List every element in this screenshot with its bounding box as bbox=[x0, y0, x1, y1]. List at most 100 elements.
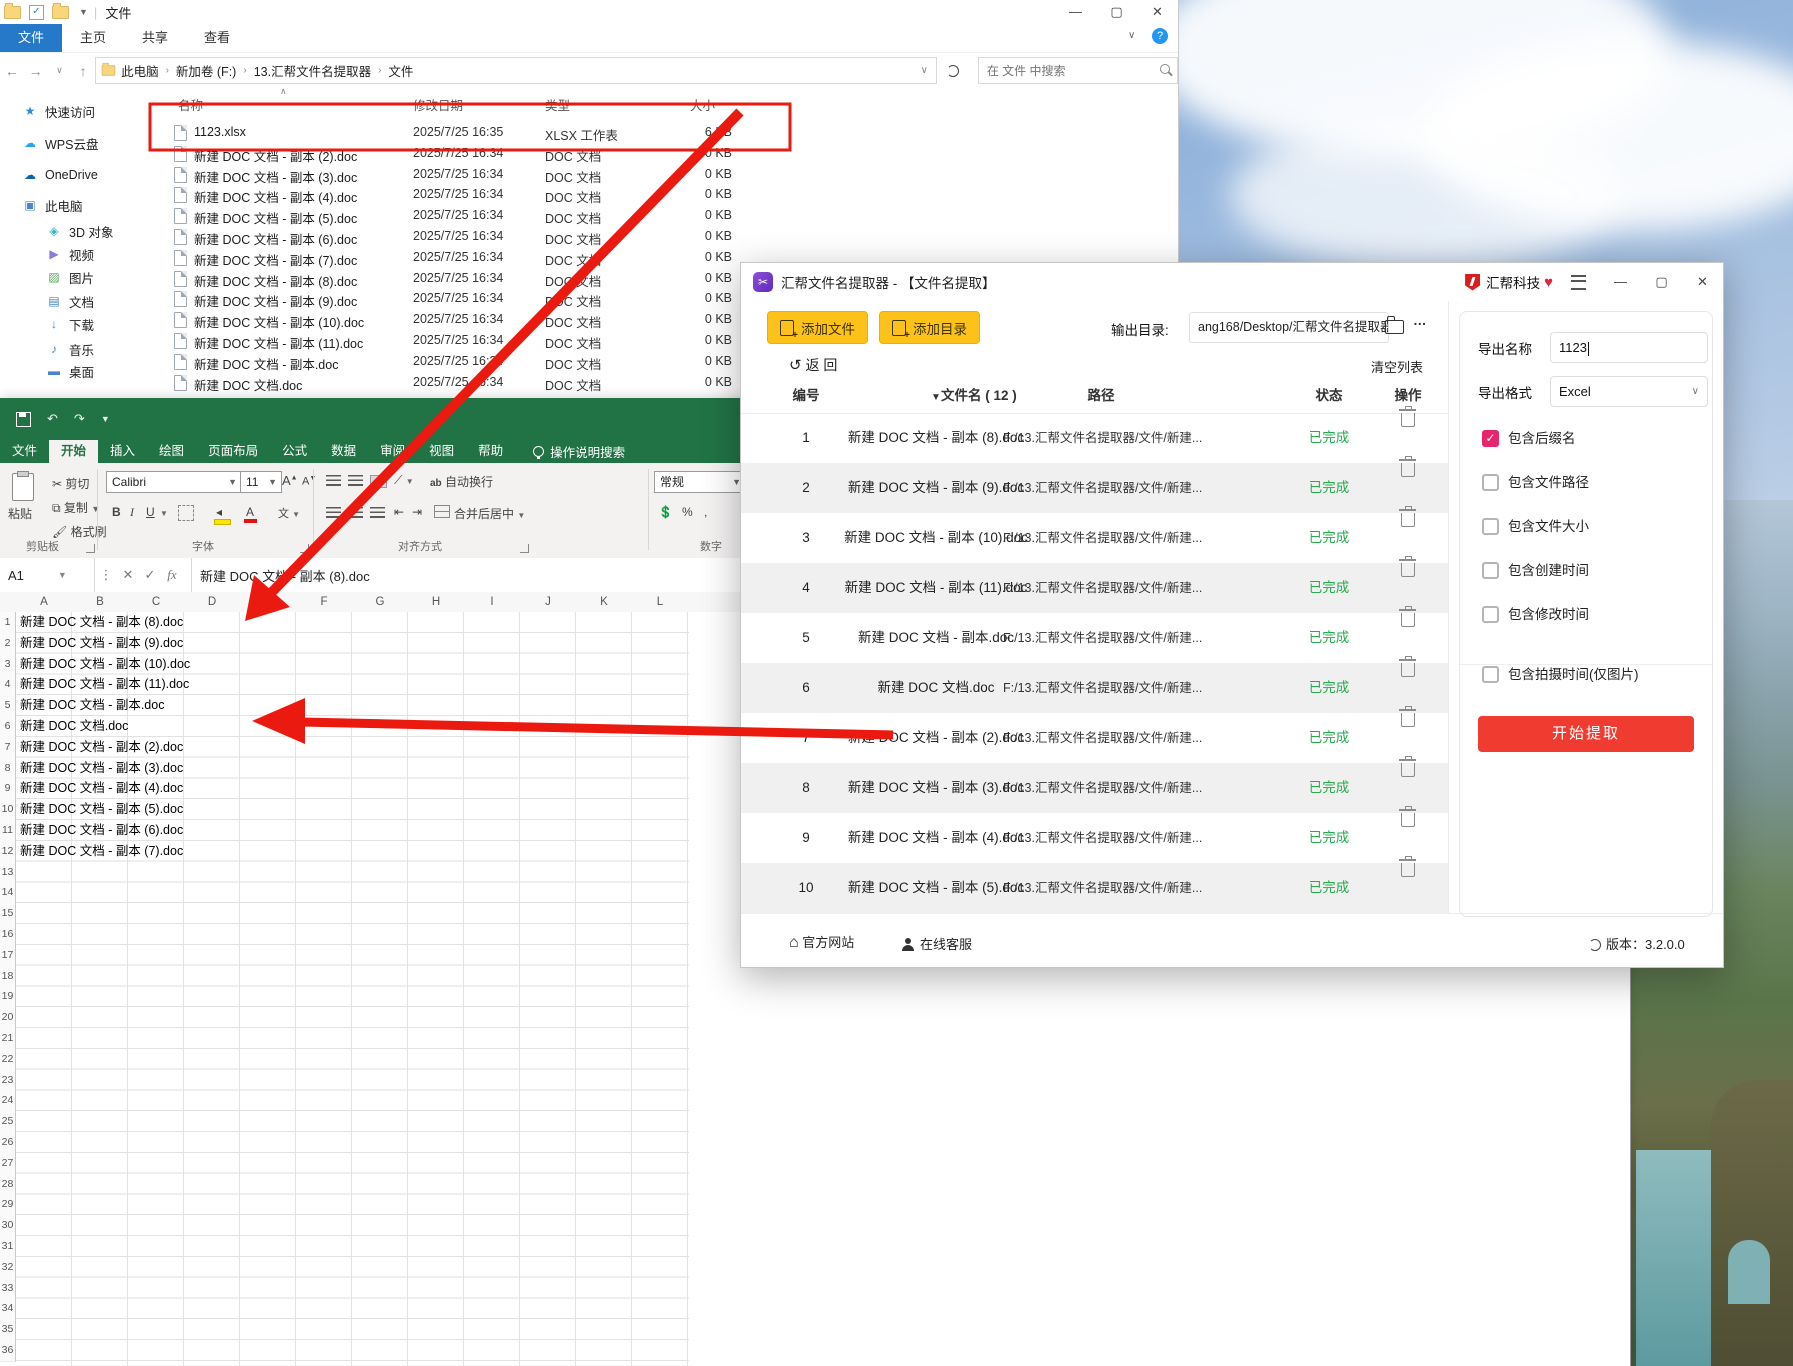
table-row[interactable]: 2新建 DOC 文档 - 副本 (9).docF:/13.汇帮文件名提取器/文件… bbox=[741, 463, 1448, 513]
online-support-link[interactable]: 在线客服 bbox=[901, 934, 972, 953]
font-dialog-icon[interactable] bbox=[300, 544, 309, 553]
excel-tab-视图[interactable]: 视图 bbox=[417, 440, 466, 463]
formula-value[interactable]: 新建 DOC 文档 - 副本 (8).doc bbox=[200, 566, 370, 585]
wrap-text-button[interactable]: ab 自动换行 bbox=[430, 473, 493, 490]
breadcrumb-item[interactable]: 此电脑 bbox=[121, 61, 159, 80]
align-right-icon[interactable] bbox=[370, 507, 385, 518]
excel-cell-A12[interactable]: 新建 DOC 文档 - 副本 (7).doc bbox=[20, 841, 183, 862]
excel-row-number[interactable]: 34 bbox=[0, 1298, 16, 1320]
col-path[interactable]: 路径 bbox=[1003, 379, 1199, 413]
file-row[interactable]: 新建 DOC 文档 - 副本 (2).doc2025/7/25 16:34DOC… bbox=[150, 144, 1070, 165]
delete-icon[interactable] bbox=[1401, 663, 1415, 677]
excel-row-number[interactable]: 30 bbox=[0, 1215, 16, 1237]
grow-font-icon[interactable]: A▲ bbox=[282, 473, 298, 488]
breadcrumb-item[interactable]: 13.汇帮文件名提取器 bbox=[254, 61, 371, 80]
paste-icon[interactable] bbox=[12, 473, 34, 501]
sidebar-item-此电脑[interactable]: ▣此电脑 bbox=[0, 194, 172, 216]
table-row[interactable]: 7新建 DOC 文档 - 副本 (2).docF:/13.汇帮文件名提取器/文件… bbox=[741, 713, 1448, 763]
excel-row-number[interactable]: 11 bbox=[0, 820, 16, 842]
export-name-input[interactable]: 1123 bbox=[1550, 332, 1708, 363]
export-format-select[interactable]: Excel∨ bbox=[1550, 376, 1708, 407]
recent-dropdown-icon[interactable]: ∨ bbox=[48, 65, 72, 76]
explorer-tab-共享[interactable]: 共享 bbox=[124, 24, 186, 52]
cancel-icon[interactable]: ✕ bbox=[117, 567, 139, 583]
merge-center-button[interactable]: 合并后居中 ▼ bbox=[454, 505, 525, 522]
address-dropdown-icon[interactable]: ∨ bbox=[921, 65, 928, 76]
excel-col-F[interactable]: F bbox=[296, 592, 352, 612]
excel-tab-审阅[interactable]: 审阅 bbox=[368, 440, 417, 463]
align-dialog-icon[interactable] bbox=[520, 544, 529, 553]
file-row[interactable]: 新建 DOC 文档 - 副本 (6).doc2025/7/25 16:34DOC… bbox=[150, 227, 1070, 248]
clipboard-dialog-icon[interactable] bbox=[86, 544, 95, 553]
sidebar-item-OneDrive[interactable]: ☁OneDrive bbox=[0, 164, 172, 186]
col-no[interactable]: 编号 bbox=[781, 379, 831, 413]
fill-color-icon[interactable]: ◂ bbox=[216, 505, 222, 519]
excel-col-K[interactable]: K bbox=[576, 592, 632, 612]
excel-row-number[interactable]: 36 bbox=[0, 1340, 16, 1362]
checkbox-包含文件路径[interactable] bbox=[1482, 474, 1499, 491]
excel-cell-A10[interactable]: 新建 DOC 文档 - 副本 (5).doc bbox=[20, 799, 183, 820]
excel-tab-帮助[interactable]: 帮助 bbox=[466, 440, 515, 463]
excel-cell-A7[interactable]: 新建 DOC 文档 - 副本 (2).doc bbox=[20, 737, 183, 758]
open-folder-icon[interactable] bbox=[1385, 320, 1404, 334]
back-button[interactable]: ↺ 返 回 bbox=[789, 355, 837, 375]
table-row[interactable]: 3新建 DOC 文档 - 副本 (10).docF:/13.汇帮文件名提取器/文… bbox=[741, 513, 1448, 563]
italic-button[interactable]: I bbox=[130, 505, 134, 520]
delete-icon[interactable] bbox=[1401, 863, 1415, 877]
search-input[interactable]: 在 文件 中搜索 bbox=[978, 57, 1178, 84]
excel-row-number[interactable]: 10 bbox=[0, 799, 16, 821]
excel-cell-A11[interactable]: 新建 DOC 文档 - 副本 (6).doc bbox=[20, 820, 183, 841]
excel-col-D[interactable]: D bbox=[184, 592, 240, 612]
excel-row-number[interactable]: 4 bbox=[0, 674, 16, 696]
column-header-修改日期[interactable]: 修改日期 bbox=[413, 95, 463, 114]
delete-icon[interactable] bbox=[1401, 813, 1415, 827]
col-status[interactable]: 状态 bbox=[1297, 379, 1361, 413]
delete-icon[interactable] bbox=[1401, 463, 1415, 477]
breadcrumb-item[interactable]: 新加卷 (F:) bbox=[176, 61, 236, 80]
explorer-tab-主页[interactable]: 主页 bbox=[62, 24, 124, 52]
merge-center-icon[interactable] bbox=[434, 505, 450, 518]
excel-tab-数据[interactable]: 数据 bbox=[319, 440, 368, 463]
table-row[interactable]: 4新建 DOC 文档 - 副本 (11).docF:/13.汇帮文件名提取器/文… bbox=[741, 563, 1448, 613]
excel-row-number[interactable]: 32 bbox=[0, 1257, 16, 1279]
close-button[interactable]: ✕ bbox=[1137, 0, 1178, 24]
excel-cell-A3[interactable]: 新建 DOC 文档 - 副本 (10).doc bbox=[20, 654, 190, 675]
explorer-tab-文件[interactable]: 文件 bbox=[0, 24, 62, 52]
font-size-select[interactable]: 11▼ bbox=[240, 471, 282, 493]
excel-row-number[interactable]: 31 bbox=[0, 1236, 16, 1258]
excel-col-C[interactable]: C bbox=[128, 592, 184, 612]
file-row[interactable]: 1123.xlsx2025/7/25 16:35XLSX 工作表6 KB bbox=[150, 123, 1070, 144]
toolbar-dropdown-icon[interactable]: ▼ bbox=[79, 7, 88, 17]
excel-col-H[interactable]: H bbox=[408, 592, 464, 612]
increase-indent-icon[interactable]: ⇥ bbox=[412, 505, 422, 519]
font-name-select[interactable]: Calibri▼ bbox=[106, 471, 242, 493]
add-folder-button[interactable]: 添加目录 bbox=[879, 311, 980, 344]
excel-row-number[interactable]: 35 bbox=[0, 1319, 16, 1341]
table-row[interactable]: 1新建 DOC 文档 - 副本 (8).docF:/13.汇帮文件名提取器/文件… bbox=[741, 413, 1448, 463]
paste-label[interactable]: 粘贴 bbox=[8, 505, 32, 522]
excel-row-number[interactable]: 16 bbox=[0, 924, 16, 946]
up-icon[interactable]: ↑ bbox=[71, 63, 95, 79]
excel-cell-A9[interactable]: 新建 DOC 文档 - 副本 (4).doc bbox=[20, 778, 183, 799]
excel-tab-开始[interactable]: 开始 bbox=[49, 440, 98, 463]
heart-icon[interactable]: ♥ bbox=[1544, 274, 1553, 291]
table-row[interactable]: 5新建 DOC 文档 - 副本.docF:/13.汇帮文件名提取器/文件/新建.… bbox=[741, 613, 1448, 663]
excel-row-number[interactable]: 1 bbox=[0, 612, 16, 634]
delete-icon[interactable] bbox=[1401, 713, 1415, 727]
excel-tab-绘图[interactable]: 绘图 bbox=[147, 440, 196, 463]
checkbox-包含文件大小[interactable] bbox=[1482, 518, 1499, 535]
align-bottom-icon[interactable] bbox=[370, 475, 387, 488]
excel-row-number[interactable]: 12 bbox=[0, 841, 16, 863]
quick-toolbar-check-icon[interactable]: ✓ bbox=[29, 5, 44, 20]
column-header-名称[interactable]: 名称 bbox=[178, 95, 203, 114]
excel-row-number[interactable]: 2 bbox=[0, 633, 16, 655]
name-box[interactable]: A1 ▼ bbox=[0, 558, 95, 592]
ribbon-collapse-icon[interactable]: ∨ bbox=[1128, 30, 1135, 41]
checkbox-包含拍摄时间(仅图片)[interactable] bbox=[1482, 666, 1499, 683]
delete-icon[interactable] bbox=[1401, 613, 1415, 627]
add-file-button[interactable]: 添加文件 bbox=[767, 311, 868, 344]
save-icon[interactable] bbox=[16, 412, 31, 427]
excel-cell-A2[interactable]: 新建 DOC 文档 - 副本 (9).doc bbox=[20, 633, 183, 654]
app-close-button[interactable]: ✕ bbox=[1682, 270, 1723, 294]
borders-icon[interactable] bbox=[178, 505, 194, 521]
